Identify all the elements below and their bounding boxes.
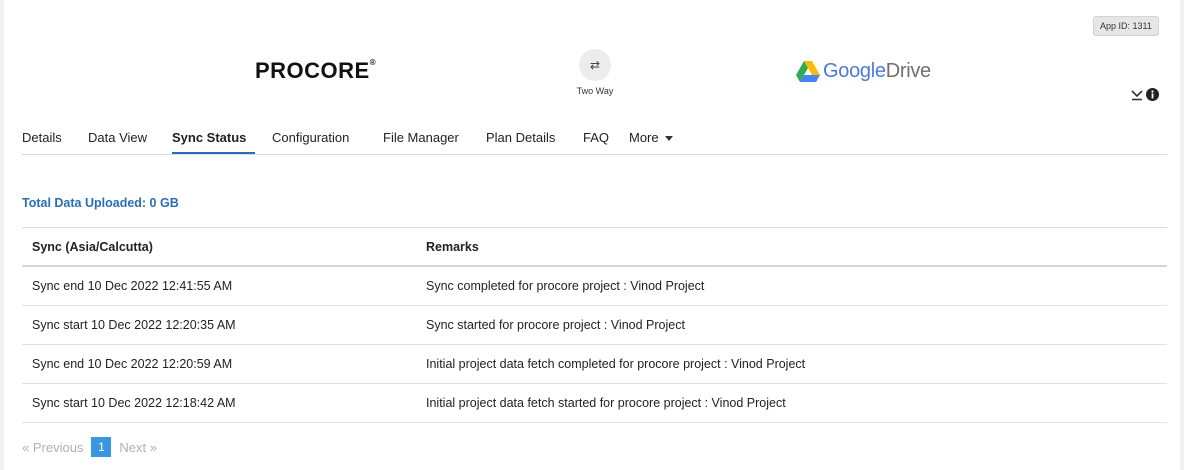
table-header-row: Sync (Asia/Calcutta) Remarks	[22, 227, 1167, 267]
app-id-badge: App ID: 1311	[1093, 16, 1159, 36]
sync-cell: Sync start 10 Dec 2022 12:18:42 AM	[22, 383, 416, 423]
info-icon[interactable]	[1146, 88, 1159, 101]
column-header-remarks: Remarks	[416, 227, 1167, 267]
pagination: « Previous 1 Next »	[22, 437, 157, 457]
tab-faq[interactable]: FAQ	[583, 130, 609, 145]
column-header-sync: Sync (Asia/Calcutta)	[22, 227, 416, 267]
table-row: Sync start 10 Dec 2022 12:18:42 AM Initi…	[22, 383, 1167, 423]
drive-wordmark: Drive	[885, 60, 931, 82]
sync-status-table: Sync (Asia/Calcutta) Remarks Sync end 10…	[22, 227, 1167, 423]
page-1-button[interactable]: 1	[91, 437, 112, 457]
google-drive-wordmark: GoogleDrive	[823, 60, 931, 83]
google-drive-icon	[796, 61, 820, 82]
google-drive-logo: GoogleDrive	[796, 60, 931, 83]
total-data-uploaded: Total Data Uploaded: 0 GB	[22, 196, 179, 210]
sync-direction-icon: ⇄	[579, 49, 611, 81]
sync-mode-label: Two Way	[576, 86, 614, 96]
sync-cell: Sync end 10 Dec 2022 12:20:59 AM	[22, 344, 416, 384]
next-page-button[interactable]: Next »	[119, 440, 157, 455]
tab-bar: Details Data View Sync Status Configurat…	[22, 120, 1167, 155]
remarks-cell: Sync started for procore project : Vinod…	[416, 305, 1167, 345]
app-card: App ID: 1311 PROCORE® ⇄ Two Way GoogleDr…	[4, 0, 1180, 470]
sync-cell: Sync end 10 Dec 2022 12:41:55 AM	[22, 266, 416, 306]
previous-page-button[interactable]: « Previous	[22, 440, 83, 455]
active-tab-indicator	[172, 152, 255, 154]
tab-details[interactable]: Details	[22, 130, 62, 145]
sync-cell: Sync start 10 Dec 2022 12:20:35 AM	[22, 305, 416, 345]
procore-logo: PROCORE®	[255, 58, 376, 84]
table-row: Sync end 10 Dec 2022 12:20:59 AM Initial…	[22, 344, 1167, 384]
table-row: Sync end 10 Dec 2022 12:41:55 AM Sync co…	[22, 266, 1167, 306]
caret-down-icon	[664, 136, 673, 142]
tab-file-manager[interactable]: File Manager	[383, 130, 459, 145]
google-wordmark: Google	[823, 60, 886, 82]
tab-sync-status[interactable]: Sync Status	[172, 130, 246, 145]
tab-configuration[interactable]: Configuration	[272, 130, 349, 145]
header-actions	[1131, 88, 1159, 101]
tab-plan-details[interactable]: Plan Details	[486, 130, 555, 145]
tab-data-view[interactable]: Data View	[88, 130, 147, 145]
collapse-icon[interactable]	[1131, 89, 1143, 101]
remarks-cell: Initial project data fetch started for p…	[416, 383, 1167, 423]
tab-more[interactable]: More	[629, 130, 673, 145]
remarks-cell: Sync completed for procore project : Vin…	[416, 266, 1167, 306]
tab-more-label: More	[629, 130, 659, 145]
procore-logo-mark: ®	[369, 58, 377, 67]
procore-logo-text: PROCORE	[255, 58, 370, 83]
table-row: Sync start 10 Dec 2022 12:20:35 AM Sync …	[22, 305, 1167, 345]
remarks-cell: Initial project data fetch completed for…	[416, 344, 1167, 384]
